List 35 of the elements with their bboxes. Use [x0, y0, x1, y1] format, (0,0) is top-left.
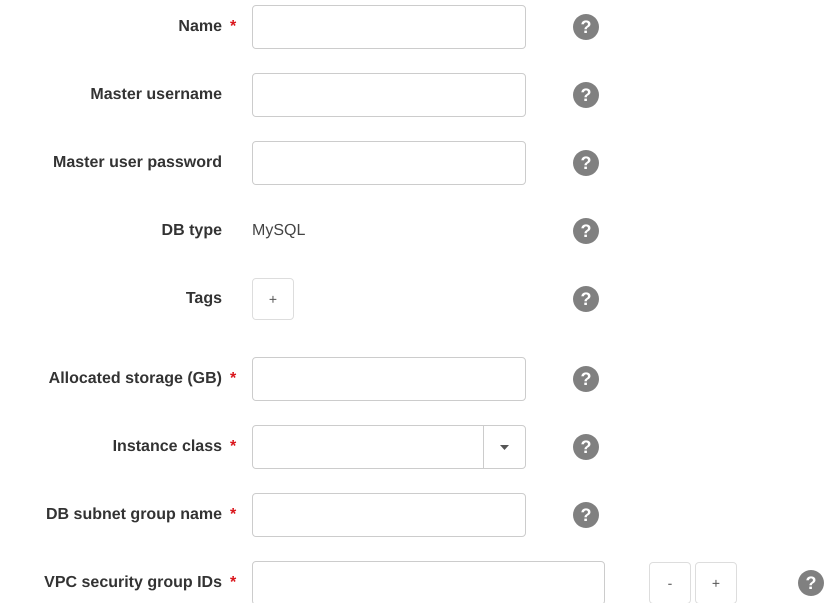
required-mark: *	[230, 369, 238, 389]
required-mark: *	[230, 437, 238, 457]
input-field[interactable]	[252, 493, 526, 537]
help-icon[interactable]: ?	[573, 150, 599, 176]
field-label: Master username	[90, 85, 222, 105]
help-icon[interactable]: ?	[573, 218, 599, 244]
field-label: Tags	[186, 289, 222, 309]
input-field[interactable]	[252, 141, 526, 185]
field-label: Instance class	[112, 437, 222, 457]
required-mark: *	[230, 505, 238, 525]
field-label: DB subnet group name	[46, 505, 222, 525]
help-icon[interactable]: ?	[573, 434, 599, 460]
field-label: Allocated storage (GB)	[48, 369, 222, 389]
help-icon[interactable]: ?	[573, 366, 599, 392]
field-label: DB type	[162, 221, 222, 241]
caret-icon	[500, 444, 509, 450]
help-icon[interactable]: ?	[573, 14, 599, 40]
field-label: VPC security group IDs	[44, 573, 222, 593]
required-mark: *	[230, 17, 238, 37]
field-value: MySQL	[252, 221, 306, 241]
add-button[interactable]: +	[252, 278, 294, 320]
input-field[interactable]	[252, 561, 605, 603]
help-icon[interactable]: ?	[573, 502, 599, 528]
help-icon[interactable]: ?	[798, 570, 824, 596]
field-label: Master user password	[53, 153, 222, 173]
select-field[interactable]	[252, 425, 526, 469]
field-label: Name	[178, 17, 222, 37]
input-field[interactable]	[252, 5, 526, 49]
help-icon[interactable]: ?	[573, 286, 599, 312]
input-field[interactable]	[252, 357, 526, 401]
add-button[interactable]: +	[695, 562, 737, 603]
input-field[interactable]	[252, 73, 526, 117]
remove-button[interactable]: -	[649, 562, 691, 603]
required-mark: *	[230, 573, 238, 593]
help-icon[interactable]: ?	[573, 82, 599, 108]
